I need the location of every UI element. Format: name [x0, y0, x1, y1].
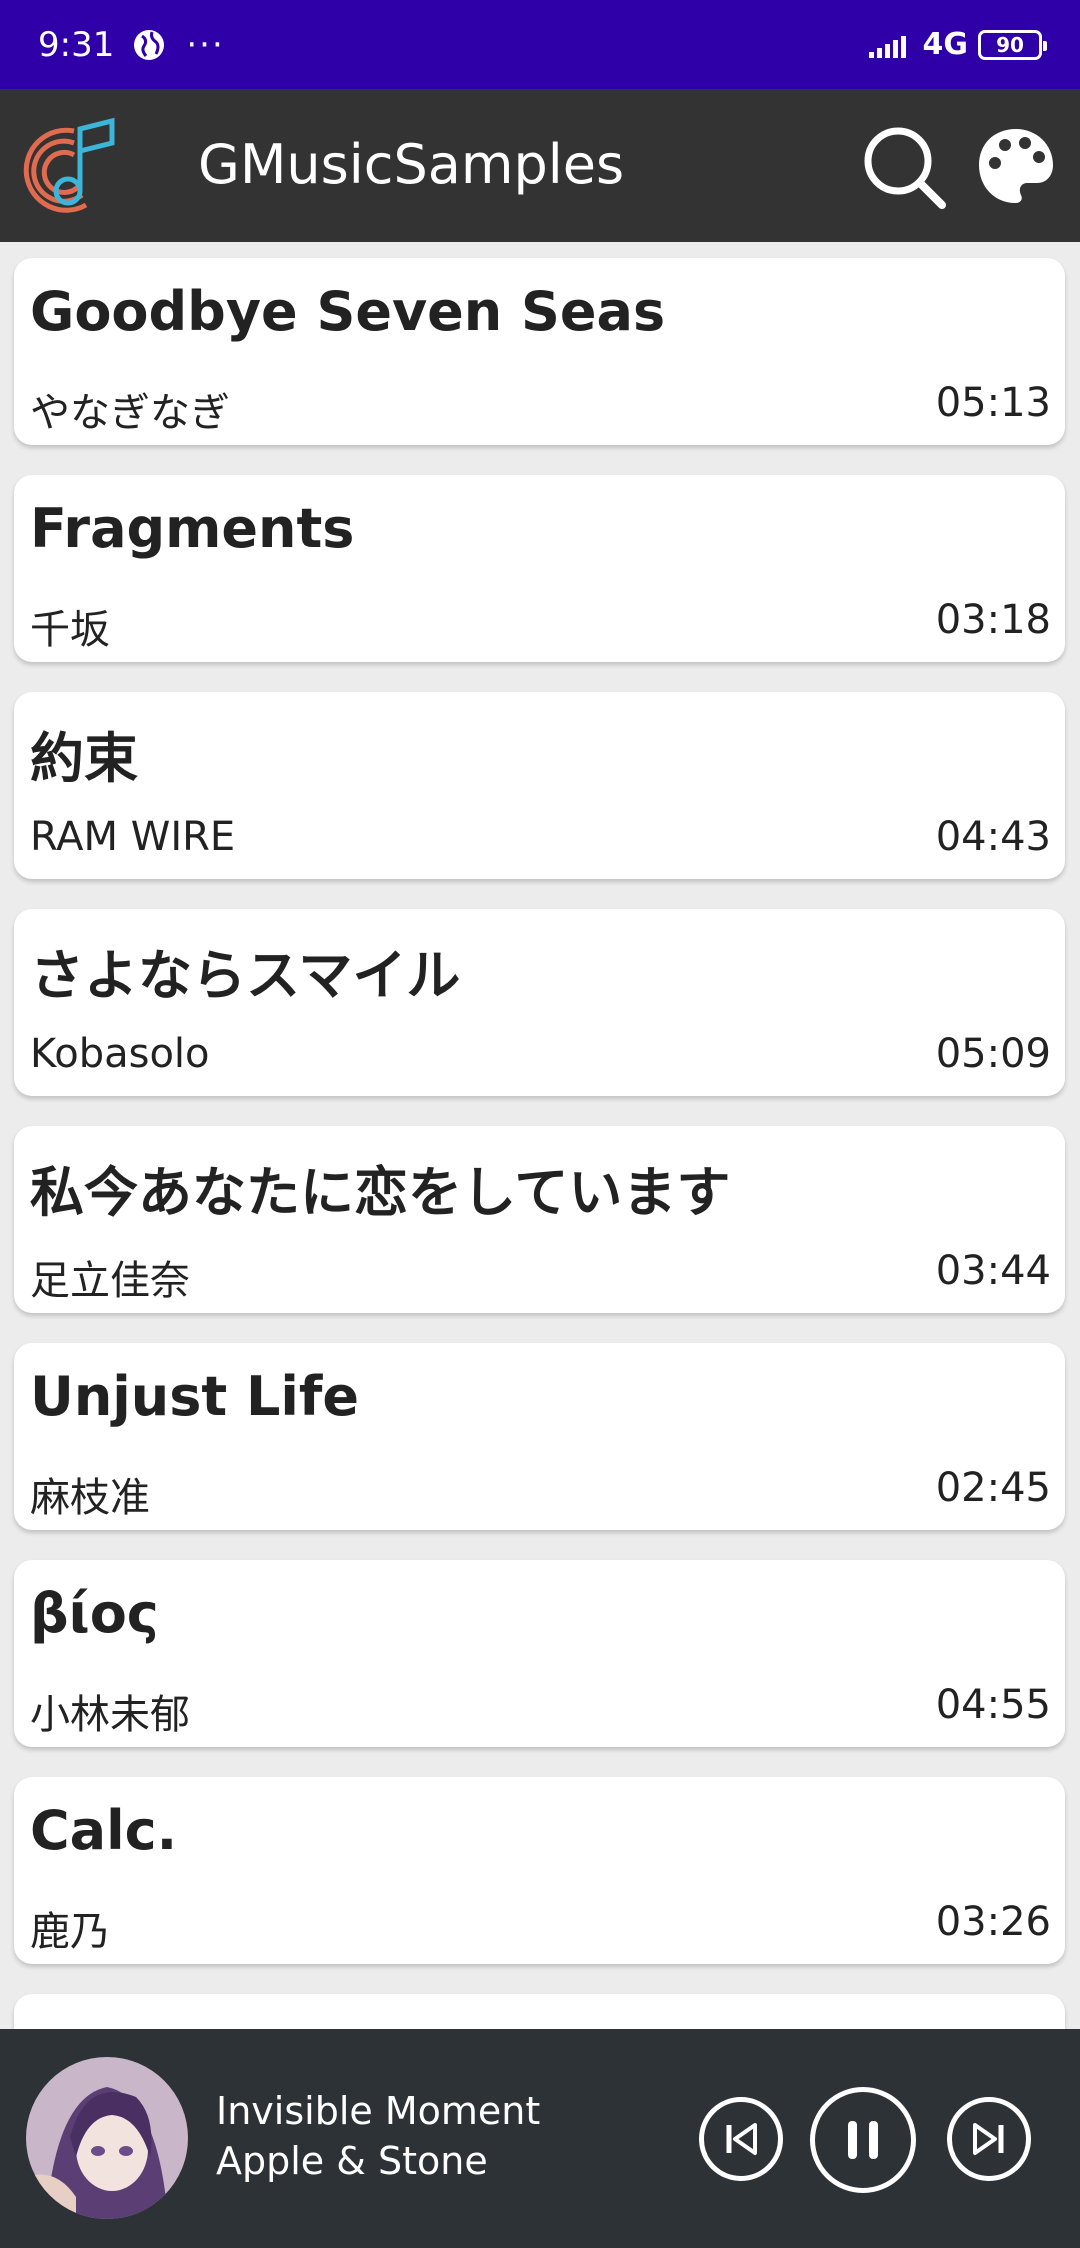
next-icon	[973, 2123, 1004, 2155]
song-card[interactable]: さよならスマイル Kobasolo 05:09	[14, 909, 1065, 1096]
song-title: Unjust Life	[30, 1365, 360, 1428]
song-artist: 千坂	[30, 607, 110, 653]
signal-icon	[868, 35, 906, 58]
song-artist: RAM WIRE	[30, 814, 236, 860]
previous-icon	[726, 2123, 757, 2155]
app-title: GMusicSamples	[198, 133, 625, 196]
album-cover[interactable]	[26, 2057, 188, 2219]
battery-icon: 90	[978, 29, 1047, 60]
song-artist: やなぎなぎ	[30, 390, 230, 436]
song-artist: 鹿乃	[30, 1909, 110, 1955]
song-card[interactable]: Calc. 鹿乃 03:26	[14, 1777, 1065, 1964]
song-list[interactable]: Goodbye Seven Seas やなぎなぎ 05:13 Fragments…	[0, 242, 1080, 2029]
song-duration: 04:43	[935, 814, 1051, 860]
song-duration: 03:26	[935, 1899, 1051, 1945]
search-icon[interactable]	[860, 123, 946, 209]
now-playing-artist: Apple & Stone	[216, 2139, 488, 2183]
battery-level: 90	[996, 32, 1024, 57]
song-title: Goodbye Seven Seas	[30, 280, 666, 343]
app-bar: GMusicSamples	[0, 89, 1080, 242]
song-title: βίος	[30, 1582, 159, 1645]
song-duration: 04:55	[935, 1682, 1051, 1728]
song-title: さよならスマイル	[30, 944, 461, 1007]
song-artist: 小林未郁	[30, 1692, 190, 1738]
song-artist: Kobasolo	[30, 1031, 210, 1077]
song-title: 約束	[30, 727, 138, 790]
music-note-logo-icon	[23, 117, 115, 213]
network-type: 4G	[922, 27, 969, 62]
status-right: 4G 90	[868, 27, 1047, 62]
song-title: 海辺	[30, 2016, 138, 2029]
song-card[interactable]: Unjust Life 麻枝准 02:45	[14, 1343, 1065, 1530]
song-duration: 05:09	[935, 1031, 1051, 1077]
previous-button[interactable]	[699, 2097, 783, 2181]
palette-icon[interactable]	[975, 125, 1057, 207]
now-playing-bar[interactable]: Invisible Moment Apple & Stone	[0, 2029, 1080, 2248]
song-card[interactable]: Fragments 千坂 03:18	[14, 475, 1065, 662]
status-more: ···	[186, 24, 225, 65]
song-artist: 足立佳奈	[30, 1258, 190, 1304]
song-artist: 麻枝准	[30, 1475, 150, 1521]
song-duration: 05:13	[935, 380, 1051, 426]
song-duration: 03:44	[935, 1248, 1051, 1294]
album-art-image	[26, 2057, 188, 2219]
next-button[interactable]	[947, 2097, 1031, 2181]
song-title: 私今あなたに恋をしています	[30, 1161, 731, 1224]
song-duration: 03:18	[935, 597, 1051, 643]
pause-button[interactable]	[810, 2087, 916, 2193]
globe-icon	[134, 29, 165, 60]
status-time: 9:31	[38, 24, 115, 65]
song-card[interactable]: 海辺	[14, 1994, 1065, 2029]
song-card[interactable]: 私今あなたに恋をしています 足立佳奈 03:44	[14, 1126, 1065, 1313]
song-title: Fragments	[30, 497, 355, 560]
song-duration: 02:45	[935, 1465, 1051, 1511]
song-card[interactable]: βίος 小林未郁 04:55	[14, 1560, 1065, 1747]
status-bar: 9:31 ··· 4G 90	[0, 0, 1080, 89]
song-card[interactable]: Goodbye Seven Seas やなぎなぎ 05:13	[14, 258, 1065, 445]
song-card[interactable]: 約束 RAM WIRE 04:43	[14, 692, 1065, 879]
pause-icon	[848, 2121, 878, 2159]
now-playing-title: Invisible Moment	[216, 2089, 541, 2133]
song-title: Calc.	[30, 1799, 178, 1862]
